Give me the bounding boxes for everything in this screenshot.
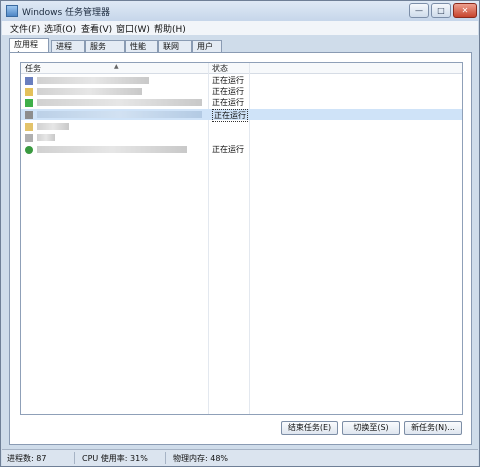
memory-usage: 物理内存: 48% (173, 454, 229, 463)
task-manager-icon (6, 5, 18, 17)
sort-arrow-icon: ▲ (114, 63, 119, 70)
status-divider (165, 452, 166, 464)
row-status: 正在运行 (212, 98, 244, 107)
table-row[interactable] (21, 132, 462, 143)
app-icon (25, 99, 33, 107)
row-status: 正在运行 (212, 76, 244, 85)
task-list[interactable]: 任务 ▲ 状态 正在运行 正在运行 正在运行 正在运行 正在运行 (20, 62, 463, 415)
status-divider (74, 452, 75, 464)
app-icon (25, 111, 33, 119)
table-row[interactable]: 正在运行 (21, 144, 462, 155)
app-icon (25, 146, 33, 154)
switch-to-button[interactable]: 切换至(S) (342, 421, 400, 435)
process-count: 进程数: 87 (7, 454, 47, 463)
tab-users[interactable]: 用户 (192, 40, 222, 52)
app-icon (25, 134, 33, 142)
list-header: 任务 ▲ 状态 (21, 63, 462, 74)
blurred-task-name (37, 134, 55, 141)
title-bar[interactable]: Windows 任务管理器 — □ ✕ (1, 1, 479, 21)
menu-file[interactable]: 文件(F) (10, 22, 40, 35)
tab-networking[interactable]: 联网 (158, 40, 192, 52)
menu-view[interactable]: 查看(V) (81, 22, 112, 35)
cpu-usage: CPU 使用率: 31% (82, 454, 148, 463)
blurred-task-name (37, 111, 202, 118)
table-row[interactable]: 正在运行 (21, 75, 462, 86)
blurred-task-name (37, 146, 187, 153)
app-icon (25, 123, 33, 131)
column-task[interactable]: 任务 (25, 63, 41, 74)
blurred-task-name (37, 77, 149, 84)
menu-options[interactable]: 选项(O) (44, 22, 76, 35)
table-row[interactable]: 正在运行 (21, 97, 462, 108)
tab-services[interactable]: 服务 (85, 40, 125, 52)
end-task-button[interactable]: 结束任务(E) (281, 421, 338, 435)
table-row-selected[interactable]: 正在运行 (21, 109, 462, 122)
window-title: Windows 任务管理器 (22, 8, 111, 18)
tab-performance[interactable]: 性能 (125, 40, 158, 52)
task-manager-window: Windows 任务管理器 — □ ✕ 文件(F) 选项(O) 查看(V) 窗口… (0, 0, 480, 467)
blurred-task-name (37, 99, 202, 106)
maximize-button[interactable]: □ (431, 3, 451, 18)
blurred-task-name (37, 123, 69, 130)
menu-bar: 文件(F) 选项(O) 查看(V) 窗口(W) 帮助(H) (2, 21, 478, 35)
table-row[interactable] (21, 121, 462, 132)
menu-help[interactable]: 帮助(H) (154, 22, 186, 35)
status-bar: 进程数: 87 CPU 使用率: 31% 物理内存: 48% (2, 449, 478, 466)
new-task-button[interactable]: 新任务(N)... (404, 421, 462, 435)
tab-applications[interactable]: 应用程序 (9, 38, 49, 60)
row-status: 正在运行 (212, 87, 244, 96)
blurred-task-name (37, 88, 142, 95)
minimize-button[interactable]: — (409, 3, 429, 18)
app-icon (25, 77, 33, 85)
close-button[interactable]: ✕ (453, 3, 477, 18)
tab-processes[interactable]: 进程 (51, 40, 85, 52)
menu-window[interactable]: 窗口(W) (116, 22, 150, 35)
row-status: 正在运行 (212, 145, 244, 154)
app-icon (25, 88, 33, 96)
column-status[interactable]: 状态 (212, 63, 228, 74)
table-row[interactable]: 正在运行 (21, 86, 462, 97)
